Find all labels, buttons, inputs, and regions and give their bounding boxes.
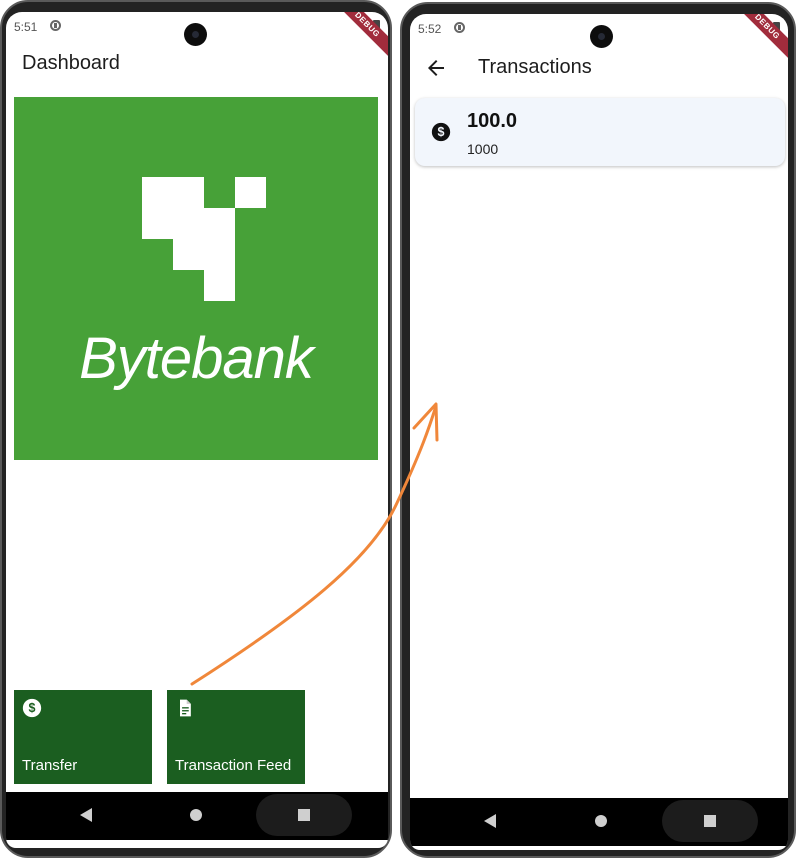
recents-nav-button[interactable] bbox=[680, 798, 740, 846]
bytebank-logo: Bytebank bbox=[14, 97, 378, 460]
square-recents-icon bbox=[704, 815, 716, 827]
transaction-value: 100.0 bbox=[467, 110, 518, 132]
notification-icon bbox=[50, 20, 61, 31]
circle-home-icon bbox=[595, 815, 607, 827]
monetization-icon: $ bbox=[22, 698, 42, 718]
transactions-screen: 5:52 DEBUG Transactions $ 100.0 1000 bbox=[410, 14, 788, 850]
navigation-bar bbox=[6, 792, 388, 840]
transaction-card[interactable]: $ 100.0 1000 bbox=[415, 98, 785, 166]
dashboard-screen: 5:51 DEBUG Dashboard Bytebank $ Transfer bbox=[6, 12, 388, 848]
home-nav-button[interactable] bbox=[571, 798, 631, 846]
description-icon bbox=[180, 699, 191, 717]
back-arrow-icon[interactable] bbox=[424, 56, 448, 80]
navigation-bar bbox=[410, 798, 788, 846]
logo-pixel bbox=[142, 177, 204, 239]
transaction-feed-button[interactable]: Transaction Feed bbox=[167, 690, 305, 784]
triangle-back-icon bbox=[484, 814, 496, 828]
back-nav-button[interactable] bbox=[56, 792, 116, 840]
logo-pixel bbox=[204, 208, 235, 239]
triangle-back-icon bbox=[80, 808, 92, 822]
front-camera bbox=[590, 25, 613, 48]
logo-pixel bbox=[173, 239, 235, 270]
page-title: Transactions bbox=[478, 56, 592, 78]
svg-text:$: $ bbox=[29, 701, 36, 715]
transaction-feed-label: Transaction Feed bbox=[175, 757, 292, 774]
transfer-button[interactable]: $ Transfer bbox=[14, 690, 152, 784]
logo-wordmark: Bytebank bbox=[79, 326, 314, 391]
phone-frame-transactions: 5:52 DEBUG Transactions $ 100.0 1000 bbox=[400, 2, 796, 858]
square-recents-icon bbox=[298, 809, 310, 821]
phone-frame-dashboard: 5:51 DEBUG Dashboard Bytebank $ Transfer bbox=[0, 0, 392, 858]
logo-pixel bbox=[235, 177, 266, 208]
home-nav-button[interactable] bbox=[166, 792, 226, 840]
front-camera bbox=[184, 23, 207, 46]
page-title: Dashboard bbox=[22, 52, 120, 74]
svg-text:$: $ bbox=[438, 125, 445, 139]
back-nav-button[interactable] bbox=[460, 798, 520, 846]
status-time: 5:51 bbox=[14, 20, 38, 34]
recents-nav-button[interactable] bbox=[274, 792, 334, 840]
logo-pixel bbox=[204, 270, 235, 301]
transfer-label: Transfer bbox=[22, 757, 78, 774]
circle-home-icon bbox=[190, 809, 202, 821]
status-time: 5:52 bbox=[418, 22, 442, 36]
notification-icon bbox=[454, 22, 465, 33]
transaction-account: 1000 bbox=[467, 141, 499, 157]
monetization-icon: $ bbox=[431, 122, 451, 142]
